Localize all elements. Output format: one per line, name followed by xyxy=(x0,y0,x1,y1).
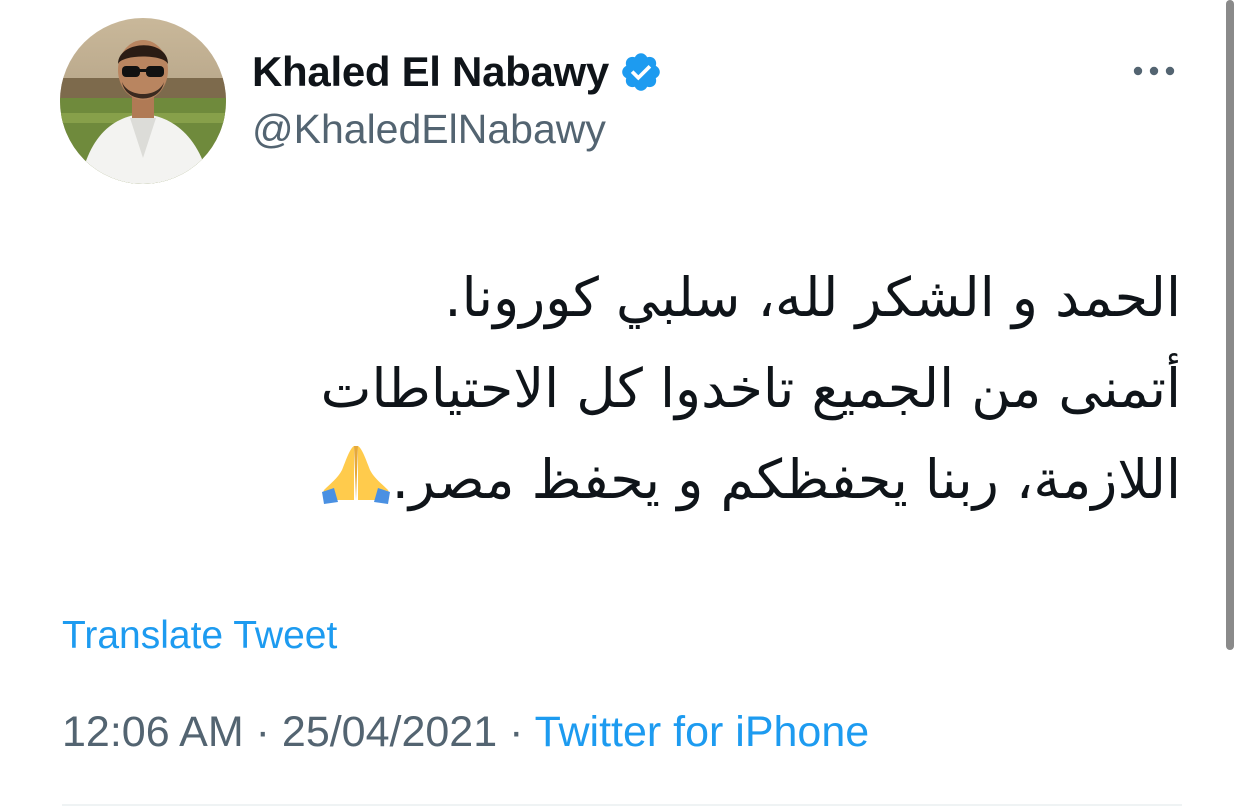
display-name[interactable]: Khaled El Nabawy xyxy=(252,48,609,96)
tweet-text-line-with-emoji: اللازمة، ربنا يحفظكم و يحفظ مصر. xyxy=(181,434,1181,525)
verified-badge-icon xyxy=(619,50,663,94)
more-options-button[interactable] xyxy=(1130,56,1178,86)
scrollbar-thumb[interactable] xyxy=(1226,0,1234,650)
avatar[interactable] xyxy=(60,18,226,184)
tweet-text-line: الحمد و الشكر لله، سلبي كورونا. xyxy=(444,266,1181,329)
ellipsis-icon xyxy=(1133,66,1175,76)
avatar-photo xyxy=(60,18,226,184)
tweet-text: الحمد و الشكر لله، سلبي كورونا. أتمنى من… xyxy=(181,252,1181,525)
tweet-date[interactable]: 25/04/2021 xyxy=(282,708,497,756)
separator: · xyxy=(497,708,535,756)
folded-hands-emoji-icon xyxy=(320,440,392,504)
translate-tweet-link[interactable]: Translate Tweet xyxy=(62,614,337,658)
divider xyxy=(62,804,1182,806)
tweet-time[interactable]: 12:06 AM xyxy=(62,708,244,756)
tweet-text-line: أتمنى من الجميع تاخدوا كل الاحتياطات xyxy=(320,357,1181,420)
tweet-detail: Khaled El Nabawy @KhaledElNabawy الحمد و… xyxy=(0,0,1243,809)
tweet-text-line: اللازمة، ربنا يحفظكم و يحفظ مصر. xyxy=(391,448,1181,511)
separator: · xyxy=(243,708,282,756)
tweet-source-link[interactable]: Twitter for iPhone xyxy=(535,708,870,756)
user-handle[interactable]: @KhaledElNabawy xyxy=(252,106,606,153)
author-name-row: Khaled El Nabawy xyxy=(252,44,663,100)
tweet-metadata: 12:06 AM · 25/04/2021 · Twitter for iPho… xyxy=(62,708,869,757)
